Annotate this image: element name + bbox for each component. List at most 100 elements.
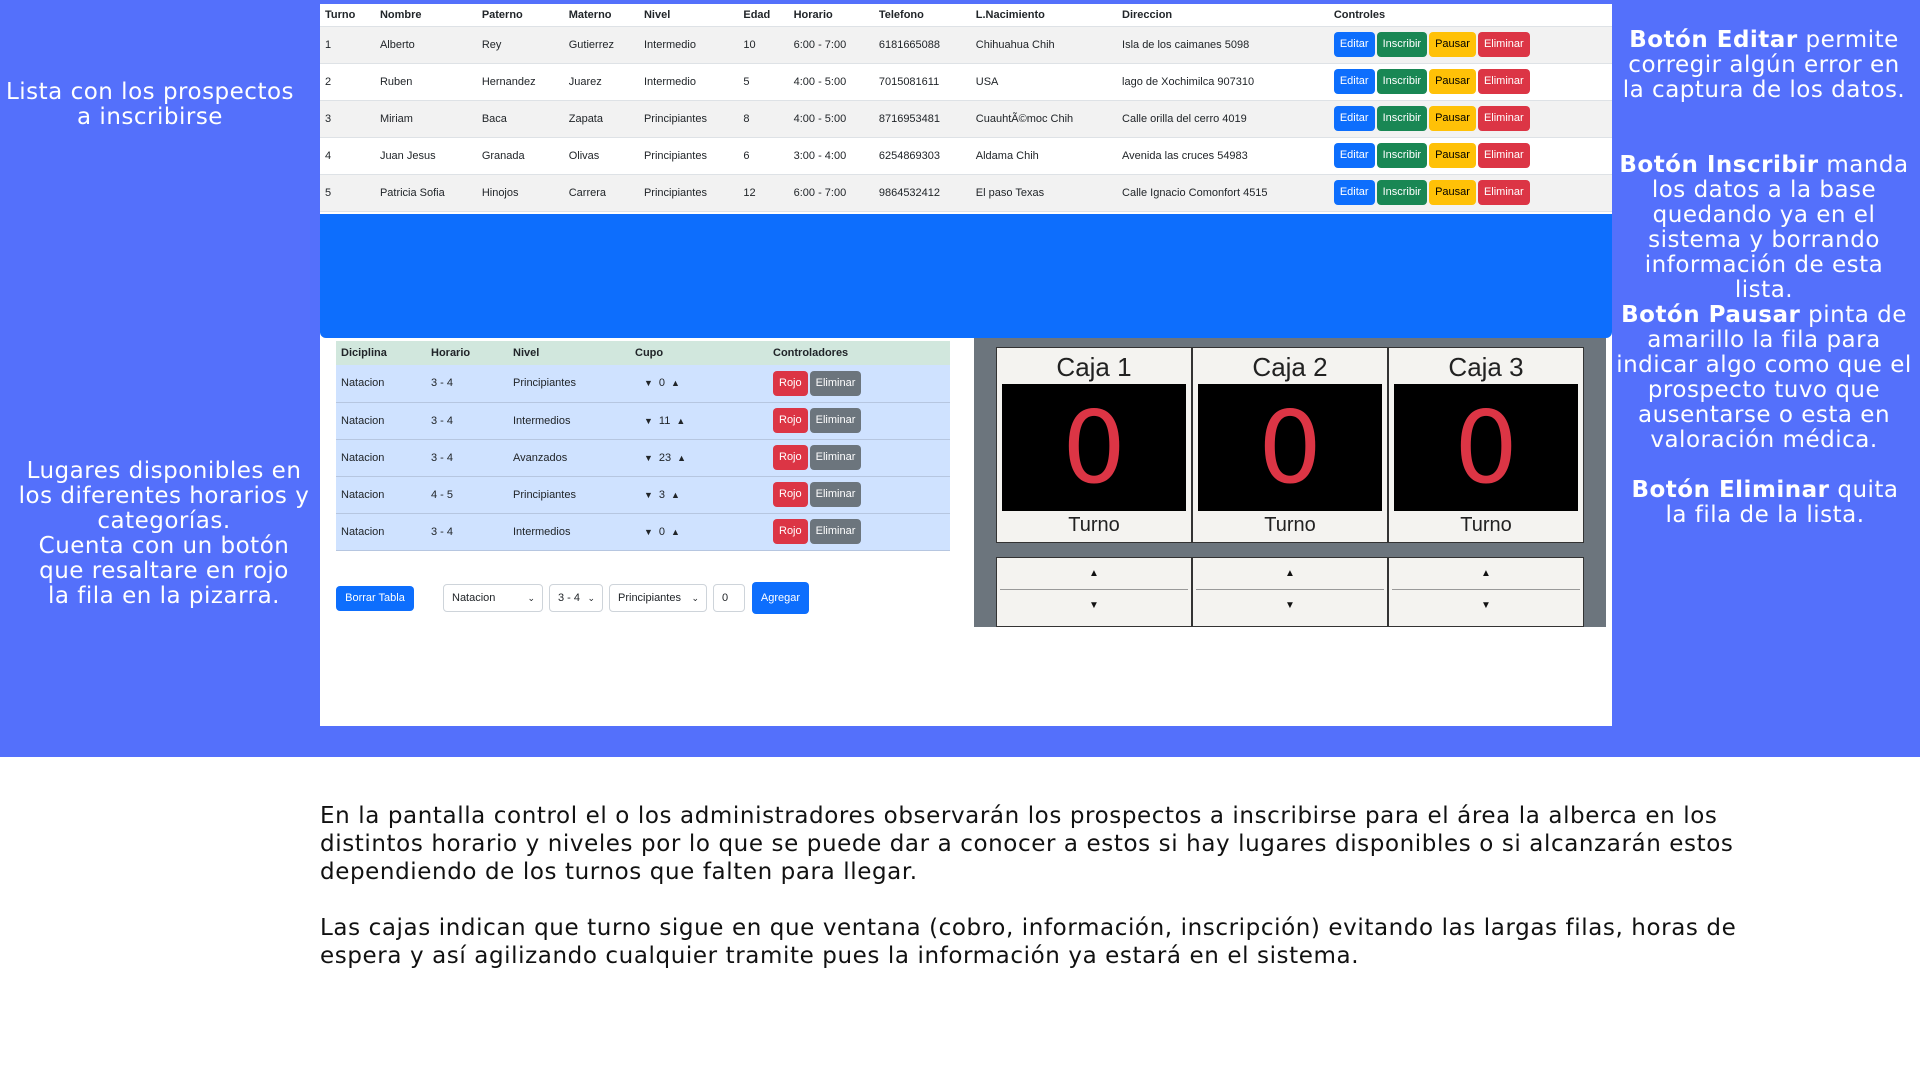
turn-box-controls: ▲ ▼ [996,557,1192,627]
cell-paterno: Hinojos [476,174,564,212]
triangle-up-icon[interactable]: ▲ [665,490,686,500]
turn-box-controls: ▲ ▼ [1388,557,1584,627]
cell-turno: 3 [320,100,375,138]
column-header: Paterno [476,4,564,27]
eliminar-annotation: Botón Eliminar quita la fila de la lista… [1620,478,1910,528]
delete-button[interactable]: Eliminar [809,445,862,470]
column-header: Nombre [374,4,477,27]
row-controls: Editar Inscribir Pausar Eliminar [1328,137,1612,175]
cell-level: Intermedios [508,402,630,440]
delete-button[interactable]: Eliminar [809,408,862,433]
enroll-button[interactable]: Inscribir [1376,69,1428,94]
enroll-button[interactable]: Inscribir [1376,143,1428,168]
red-highlight-button[interactable]: Rojo [773,370,808,396]
pause-button[interactable]: Pausar [1429,69,1476,94]
red-highlight-button[interactable]: Rojo [773,482,808,507]
delete-button[interactable]: Eliminar [1477,32,1530,57]
turn-box: Caja 2 0 Turno [1192,347,1388,543]
enroll-button[interactable]: Inscribir [1376,106,1428,131]
discipline-value: Natacion [452,592,496,604]
triangle-up-icon[interactable]: ▲ [665,527,686,537]
pausar-title: Botón Pausar [1621,302,1801,328]
turn-number-display: 0 [1002,384,1186,511]
column-header: Horario [788,4,874,27]
box-footer: Turno [1460,514,1512,536]
cell-nacimiento: CuauhtÃ©moc Chih [970,100,1118,138]
pausar-annotation: Botón Pausar pinta de amarillo la fila p… [1608,303,1920,453]
box-footer: Turno [1264,514,1316,536]
triangle-down-icon[interactable]: ▼ [1389,590,1583,622]
cell-quota: ▼ 23 ▲ [630,439,768,477]
cell-discipline: Natacion [336,439,426,477]
column-header: Edad [738,4,789,27]
cell-telefono: 6181665088 [873,26,971,64]
clear-table-button[interactable]: Borrar Tabla [336,586,414,611]
column-header: Direccion [1117,4,1329,27]
prospects-header-row: Turno Nombre Paterno Materno Nivel Edad Horari… [320,4,1612,27]
column-header: Controladores [768,341,950,365]
quota-value: 11 [658,414,671,427]
triangle-up-icon[interactable]: ▲ [1196,558,1384,590]
box-footer: Turno [1068,514,1120,536]
edit-button[interactable]: Editar [1333,32,1375,57]
quota-input[interactable]: 0 [713,584,745,612]
edit-button[interactable]: Editar [1333,106,1375,131]
cell-nivel: Principiantes [638,100,739,138]
triangle-down-icon[interactable]: ▼ [635,453,659,463]
triangle-up-icon[interactable]: ▲ [1000,558,1188,590]
cell-nivel: Intermedio [638,63,739,101]
pause-button[interactable]: Pausar [1429,143,1476,168]
cell-turno: 2 [320,63,375,101]
edit-button[interactable]: Editar [1333,143,1375,168]
delete-button[interactable]: Eliminar [1477,143,1530,168]
triangle-down-icon[interactable]: ▼ [997,590,1191,622]
edit-button[interactable]: Editar [1333,180,1375,205]
triangle-down-icon[interactable]: ▼ [635,490,659,500]
triangle-up-icon[interactable]: ▲ [671,453,692,463]
red-highlight-button[interactable]: Rojo [773,519,808,544]
triangle-down-icon[interactable]: ▼ [635,527,659,537]
level-value: Principiantes [618,592,681,604]
delete-button[interactable]: Eliminar [1477,69,1530,94]
pause-button[interactable]: Pausar [1429,32,1476,57]
red-highlight-button[interactable]: Rojo [773,408,808,433]
schedule-select[interactable]: 3 - 4 ⌄ [549,584,603,612]
triangle-down-icon[interactable]: ▼ [635,378,659,388]
pause-button[interactable]: Pausar [1429,106,1476,131]
level-select[interactable]: Principiantes ⌄ [609,584,707,612]
edit-button[interactable]: Editar [1333,69,1375,94]
blue-panel [320,214,1612,338]
triangle-up-icon[interactable]: ▲ [665,378,686,388]
delete-button[interactable]: Eliminar [1477,180,1530,205]
enroll-button[interactable]: Inscribir [1376,180,1428,205]
column-header: Nivel [638,4,739,27]
cell-direccion: Isla de los caimanes 5098 [1117,26,1329,64]
turn-box: Caja 3 0 Turno [1388,347,1584,543]
delete-button[interactable]: Eliminar [809,519,862,544]
cell-discipline: Natacion [336,513,426,551]
cell-nacimiento: USA [970,63,1118,101]
cell-nombre: Alberto [374,26,477,64]
table-row: Natacion 3 - 4 Principiantes ▼ 0 ▲ Rojo Elimina… [336,365,950,403]
cell-edad: 5 [738,63,789,101]
red-highlight-button[interactable]: Rojo [773,445,808,470]
box-title: Caja 2 [1252,352,1328,382]
delete-button[interactable]: Eliminar [809,370,862,396]
delete-button[interactable]: Eliminar [809,482,862,507]
inscribir-annotation: Botón Inscribir manda los datos a la bas… [1614,153,1914,303]
delete-button[interactable]: Eliminar [1477,106,1530,131]
chevron-down-icon: ⌄ [587,593,595,603]
cell-nombre: Juan Jesus [374,137,477,175]
triangle-down-icon[interactable]: ▼ [1193,590,1387,622]
discipline-select[interactable]: Natacion ⌄ [443,584,543,612]
triangle-up-icon[interactable]: ▲ [1392,558,1580,590]
table-row: Natacion 4 - 5 Principiantes ▼ 3 ▲ Rojo Elimina… [336,476,950,514]
editar-title: Botón Editar [1629,27,1798,53]
enroll-button[interactable]: Inscribir [1376,32,1428,57]
pause-button[interactable]: Pausar [1429,180,1476,205]
triangle-down-icon[interactable]: ▼ [635,416,659,426]
cell-paterno: Rey [476,26,564,64]
add-button[interactable]: Agregar [752,582,809,614]
triangle-up-icon[interactable]: ▲ [670,416,691,426]
app-screen: Turno Nombre Paterno Materno Nivel Edad Horari… [320,4,1612,726]
